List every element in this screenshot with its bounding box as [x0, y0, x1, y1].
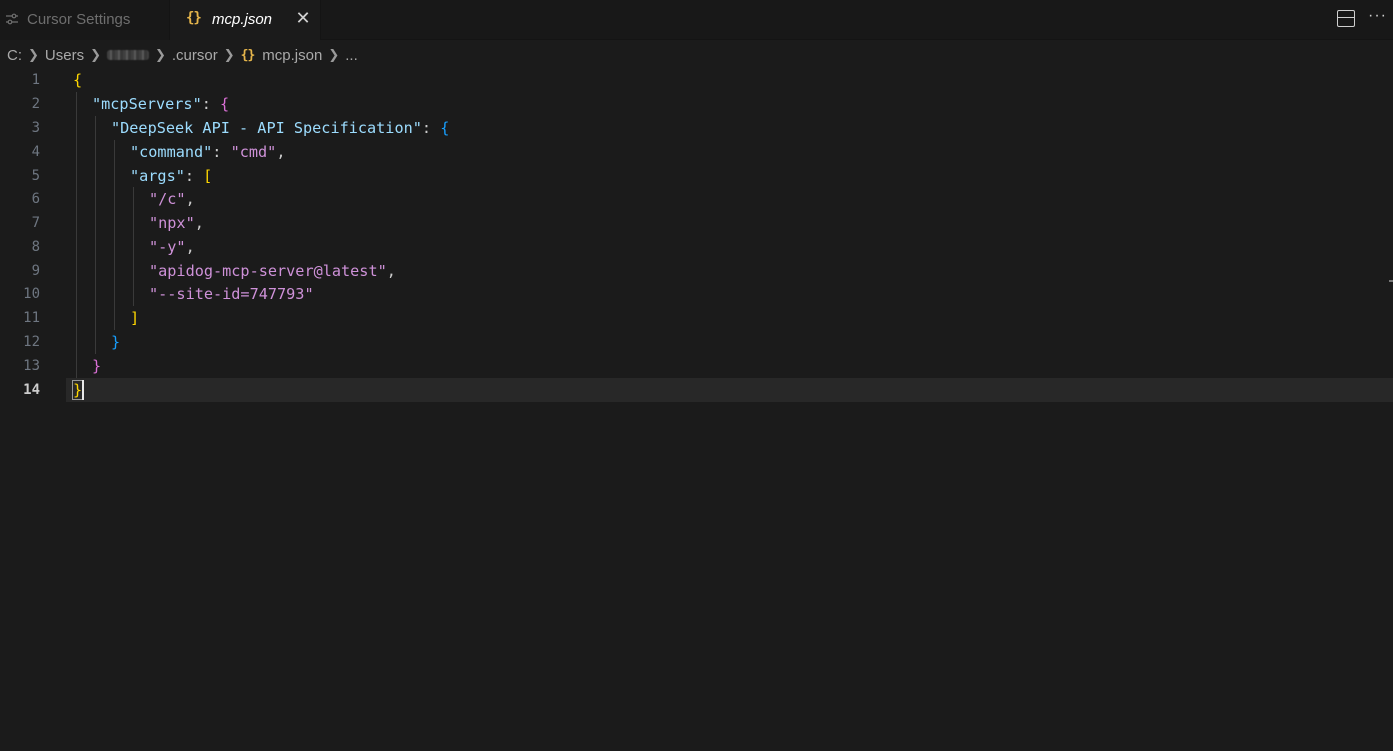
bracket: { [220, 95, 230, 113]
text-caret [82, 380, 84, 400]
json-braces-icon: {} [186, 10, 202, 26]
tab-cursor-settings[interactable]: Cursor Settings [0, 0, 170, 40]
more-actions-icon[interactable]: ··· [1368, 7, 1387, 25]
indent-guide [133, 187, 134, 306]
tab-mcp-json[interactable]: {} mcp.json ✕ [170, 0, 321, 40]
json-key: "DeepSeek API - API Specification" [111, 119, 422, 137]
bracket: } [92, 357, 102, 375]
code-line: "args": [ [130, 164, 212, 188]
split-editor-icon[interactable] [1337, 10, 1355, 27]
comma: , [194, 214, 204, 232]
breadcrumb-cursor-folder[interactable]: .cursor [172, 47, 218, 64]
code-line: } [111, 330, 120, 354]
line-number: 2 [31, 96, 40, 112]
bracket: } [111, 333, 121, 351]
code-line: "DeepSeek API - API Specification": { [111, 116, 449, 140]
comma: , [276, 143, 286, 161]
chevron-right-icon: ❯ [28, 47, 39, 62]
bracket: { [73, 71, 83, 89]
code-line: "--site-id=747793" [149, 282, 314, 306]
breadcrumb-file[interactable]: mcp.json [262, 47, 322, 64]
code-line: "apidog-mcp-server@latest", [149, 259, 396, 283]
line-number: 13 [23, 358, 40, 374]
settings-sliders-icon [6, 13, 18, 25]
json-string: "cmd" [230, 143, 277, 161]
json-key: "command" [130, 143, 213, 161]
chevron-right-icon: ❯ [154, 47, 166, 62]
tab-bar: Cursor Settings {} mcp.json ✕ ··· [0, 0, 1393, 40]
code-editor[interactable]: 1 2 3 4 5 6 7 8 9 10 11 12 13 14 { "mcpS… [0, 68, 1393, 751]
json-key: "args" [130, 167, 185, 185]
code-line: "/c", [149, 187, 195, 211]
breadcrumb-users[interactable]: Users [45, 47, 84, 64]
line-number: 6 [31, 191, 40, 207]
line-number: 11 [23, 310, 40, 326]
code-line: } [71, 378, 84, 402]
comma: , [185, 238, 195, 256]
colon: : [421, 119, 441, 137]
breadcrumb-symbols[interactable]: ... [345, 47, 358, 64]
current-line-highlight [66, 378, 1393, 402]
line-number: 5 [31, 168, 40, 184]
bracket: [ [203, 167, 213, 185]
bracket: ] [130, 309, 140, 327]
colon: : [184, 167, 204, 185]
json-string: "apidog-mcp-server@latest" [149, 262, 387, 280]
code-line: "command": "cmd", [130, 140, 285, 164]
colon: : [201, 95, 221, 113]
chevron-right-icon: ❯ [90, 47, 101, 62]
json-string: "/c" [149, 190, 186, 208]
chevron-right-icon: ❯ [223, 47, 235, 62]
json-key: "mcpServers" [92, 95, 202, 113]
breadcrumb-username-redacted[interactable] [106, 50, 149, 60]
line-number: 12 [23, 334, 40, 350]
line-number: 7 [31, 215, 40, 231]
scrollbar-marker[interactable] [1389, 280, 1393, 282]
json-string: "--site-id=747793" [149, 285, 314, 303]
code-line: "npx", [149, 211, 204, 235]
tab-label: mcp.json [212, 11, 273, 28]
bracket-matched: } [71, 380, 84, 400]
line-number: 1 [31, 72, 40, 88]
breadcrumb-drive[interactable]: C: [7, 47, 22, 64]
code-line: "-y", [149, 235, 195, 259]
json-string: "-y" [149, 238, 186, 256]
indent-guide [114, 140, 115, 330]
comma: , [185, 190, 195, 208]
line-number: 10 [23, 286, 40, 302]
line-number: 3 [31, 120, 40, 136]
line-number-active: 14 [23, 382, 40, 398]
code-line: ] [130, 306, 139, 330]
code-line: } [92, 354, 101, 378]
chevron-right-icon: ❯ [328, 47, 340, 62]
line-number: 8 [31, 239, 40, 255]
line-number: 4 [31, 144, 40, 160]
breadcrumb: C: ❯ Users ❯ ❯ .cursor ❯ {} mcp.json ❯ .… [0, 42, 1393, 68]
line-number: 9 [31, 263, 40, 279]
colon: : [212, 143, 231, 161]
code-line: { [73, 68, 82, 92]
bracket: { [440, 119, 450, 137]
indent-guide [76, 92, 77, 378]
close-icon[interactable]: ✕ [294, 9, 312, 27]
comma: , [386, 262, 396, 280]
tab-label: Cursor Settings [27, 11, 131, 28]
json-string: "npx" [149, 214, 195, 232]
json-braces-icon: {} [240, 47, 256, 63]
code-line: "mcpServers": { [92, 92, 229, 116]
indent-guide [95, 116, 96, 354]
